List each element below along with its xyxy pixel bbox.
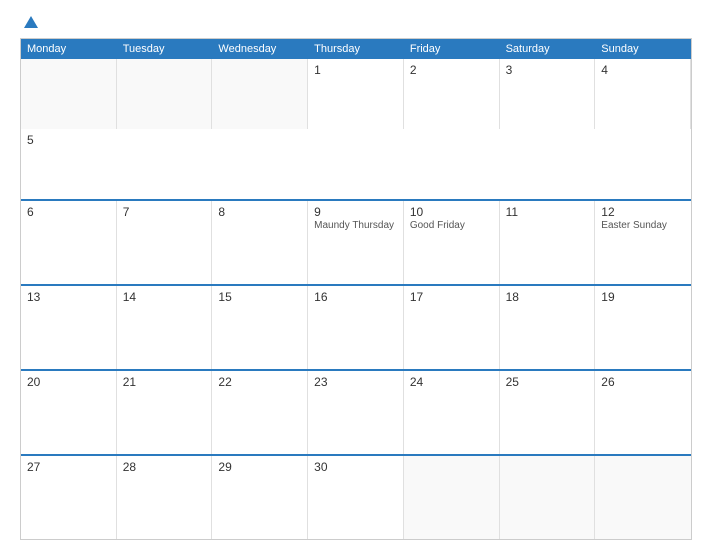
cell-number: 20 — [27, 375, 110, 389]
cell-number: 6 — [27, 205, 110, 219]
calendar-cell: 28 — [117, 456, 213, 539]
week-row-1: 1234 5 — [21, 59, 691, 199]
cell-number: 9 — [314, 205, 397, 219]
calendar-cell: 26 — [595, 371, 691, 454]
weeks-container: 123456789Maundy Thursday10Good Friday111… — [21, 59, 691, 539]
calendar-cell: 7 — [117, 201, 213, 284]
calendar-cell: 17 — [404, 286, 500, 369]
cell-number: 25 — [506, 375, 589, 389]
calendar-cell: 22 — [212, 371, 308, 454]
calendar-cell: 14 — [117, 286, 213, 369]
cell-number: 8 — [218, 205, 301, 219]
calendar-cell: 6 — [21, 201, 117, 284]
week-row-5: 27 28 29 30 — [21, 454, 691, 539]
cell-number: 12 — [601, 205, 685, 219]
cell-number: 13 — [27, 290, 110, 304]
cell-event: Easter Sunday — [601, 220, 667, 231]
day-header-tuesday: Tuesday — [117, 39, 213, 59]
cell-event: Maundy Thursday — [314, 220, 394, 231]
week-row-4: 20 21 22 23 24 25 26 — [21, 369, 691, 454]
cell-number: 24 — [410, 375, 493, 389]
calendar-cell: 24 — [404, 371, 500, 454]
calendar-cell: 25 — [500, 371, 596, 454]
days-header: MondayTuesdayWednesdayThursdayFridaySatu… — [21, 39, 691, 59]
calendar-cell: 23 — [308, 371, 404, 454]
cell-number: 11 — [506, 205, 589, 219]
cell-number: 1 — [314, 63, 397, 77]
calendar-cell — [117, 59, 213, 129]
calendar-cell: 13 — [21, 286, 117, 369]
cell-number: 7 — [123, 205, 206, 219]
cell-number: 4 — [601, 63, 684, 77]
week-row-2: 6789Maundy Thursday10Good Friday1112East… — [21, 199, 691, 284]
logo-blue-text — [20, 16, 38, 28]
cell-number: 27 — [27, 460, 110, 474]
cell-number: 2 — [410, 63, 493, 77]
logo — [20, 16, 38, 28]
cell-number: 17 — [410, 290, 493, 304]
calendar-cell — [500, 456, 596, 539]
calendar-cell: 2 — [404, 59, 500, 129]
day-header-friday: Friday — [404, 39, 500, 59]
day-header-wednesday: Wednesday — [212, 39, 308, 59]
calendar-cell: 4 — [595, 59, 691, 129]
cell-number: 5 — [27, 133, 111, 147]
page: MondayTuesdayWednesdayThursdayFridaySatu… — [0, 0, 712, 550]
cell-number: 30 — [314, 460, 397, 474]
cell-number: 28 — [123, 460, 206, 474]
cell-number: 21 — [123, 375, 206, 389]
calendar-cell: 19 — [595, 286, 691, 369]
calendar-cell: 8 — [212, 201, 308, 284]
cell-number: 29 — [218, 460, 301, 474]
day-header-monday: Monday — [21, 39, 117, 59]
logo-triangle-icon — [24, 16, 38, 28]
calendar-cell — [595, 456, 691, 539]
calendar-cell — [212, 59, 308, 129]
week-row-3: 13 14 15 16 17 18 19 — [21, 284, 691, 369]
cell-number: 22 — [218, 375, 301, 389]
calendar-cell: 15 — [212, 286, 308, 369]
cell-number: 15 — [218, 290, 301, 304]
cell-number: 26 — [601, 375, 685, 389]
calendar-cell — [404, 456, 500, 539]
calendar-cell: 21 — [117, 371, 213, 454]
day-header-sunday: Sunday — [595, 39, 691, 59]
calendar-cell: 30 — [308, 456, 404, 539]
calendar-cell: 3 — [500, 59, 596, 129]
cell-event: Good Friday — [410, 220, 465, 231]
header — [20, 16, 692, 28]
calendar-cell: 11 — [500, 201, 596, 284]
calendar-cell: 18 — [500, 286, 596, 369]
calendar-cell — [21, 59, 117, 129]
calendar-cell: 1 — [308, 59, 404, 129]
calendar-cell: 12Easter Sunday — [595, 201, 691, 284]
cell-number: 18 — [506, 290, 589, 304]
day-header-thursday: Thursday — [308, 39, 404, 59]
calendar-cell: 27 — [21, 456, 117, 539]
calendar-cell: 5 — [21, 129, 117, 199]
cell-number: 10 — [410, 205, 493, 219]
cell-number: 14 — [123, 290, 206, 304]
calendar-cell: 29 — [212, 456, 308, 539]
calendar-cell: 10Good Friday — [404, 201, 500, 284]
calendar-cell: 9Maundy Thursday — [308, 201, 404, 284]
calendar-cell: 16 — [308, 286, 404, 369]
cell-number: 3 — [506, 63, 589, 77]
day-header-saturday: Saturday — [500, 39, 596, 59]
cell-number: 23 — [314, 375, 397, 389]
calendar-cell: 20 — [21, 371, 117, 454]
cell-number: 19 — [601, 290, 685, 304]
calendar: MondayTuesdayWednesdayThursdayFridaySatu… — [20, 38, 692, 540]
cell-number: 16 — [314, 290, 397, 304]
